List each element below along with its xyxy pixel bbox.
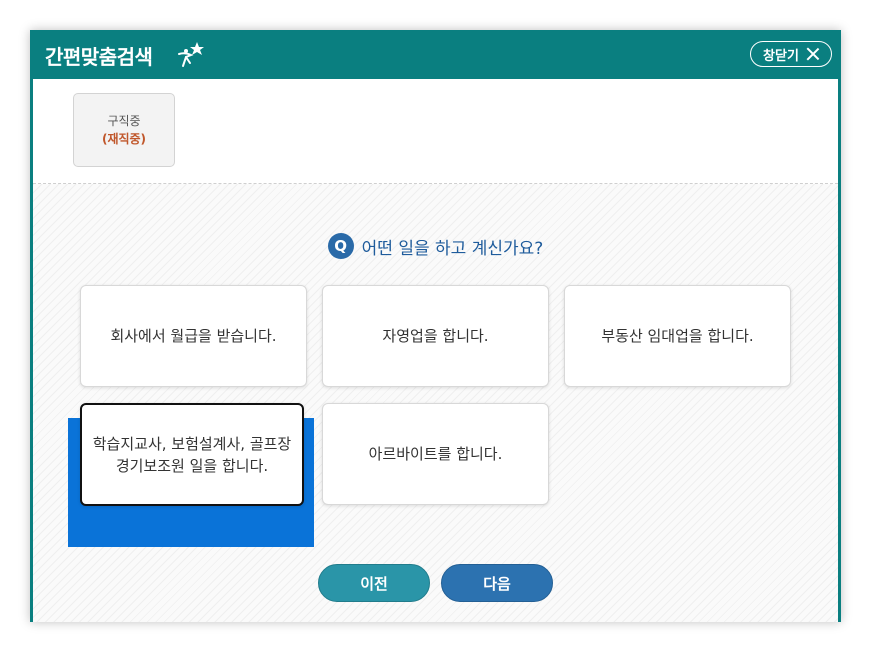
status-card[interactable]: 구직중 (재직중) bbox=[73, 93, 175, 167]
status-main-label: 구직중 bbox=[107, 114, 141, 128]
star-figure-icon bbox=[175, 40, 209, 74]
option-part-time[interactable]: 아르바이트를 합니다. bbox=[322, 403, 549, 505]
option-label: 자영업을 합니다. bbox=[382, 327, 489, 345]
option-label: 회사에서 월급을 받습니다. bbox=[110, 327, 277, 345]
question-content: Q 어떤 일을 하고 계신가요? 회사에서 월급을 받습니다. 자영업을 합니다… bbox=[33, 184, 838, 622]
option-label: 아르바이트를 합니다. bbox=[368, 445, 503, 463]
search-dialog: 간편맞춤검색 창닫기 구직중 (재직중) Q 어떤 일을 하고 계신가요? 회사… bbox=[30, 30, 841, 622]
option-self-employed[interactable]: 자영업을 합니다. bbox=[322, 285, 549, 387]
dialog-header: 간편맞춤검색 창닫기 bbox=[33, 30, 838, 79]
option-real-estate-rental[interactable]: 부동산 임대업을 합니다. bbox=[564, 285, 791, 387]
close-icon bbox=[807, 48, 819, 60]
status-area: 구직중 (재직중) bbox=[33, 79, 838, 184]
q-badge-icon: Q bbox=[327, 233, 354, 259]
option-freelance-worker[interactable]: 학습지교사, 보험설계사, 골프장 경기보조원 일을 합니다. bbox=[80, 403, 304, 506]
option-label: 학습지교사, 보험설계사, 골프장 경기보조원 일을 합니다. bbox=[92, 434, 292, 475]
option-label: 부동산 임대업을 합니다. bbox=[601, 327, 754, 345]
dialog-title: 간편맞춤검색 bbox=[45, 45, 153, 69]
close-window-label: 창닫기 bbox=[763, 48, 799, 64]
option-salary[interactable]: 회사에서 월급을 받습니다. bbox=[80, 285, 307, 387]
close-window-button[interactable]: 창닫기 bbox=[750, 41, 832, 67]
prev-button[interactable]: 이전 bbox=[318, 564, 430, 602]
next-button[interactable]: 다음 bbox=[441, 564, 553, 602]
question-text: 어떤 일을 하고 계신가요? bbox=[361, 238, 544, 259]
status-sub-label: (재직중) bbox=[101, 132, 147, 146]
question: Q 어떤 일을 하고 계신가요? bbox=[33, 233, 838, 259]
